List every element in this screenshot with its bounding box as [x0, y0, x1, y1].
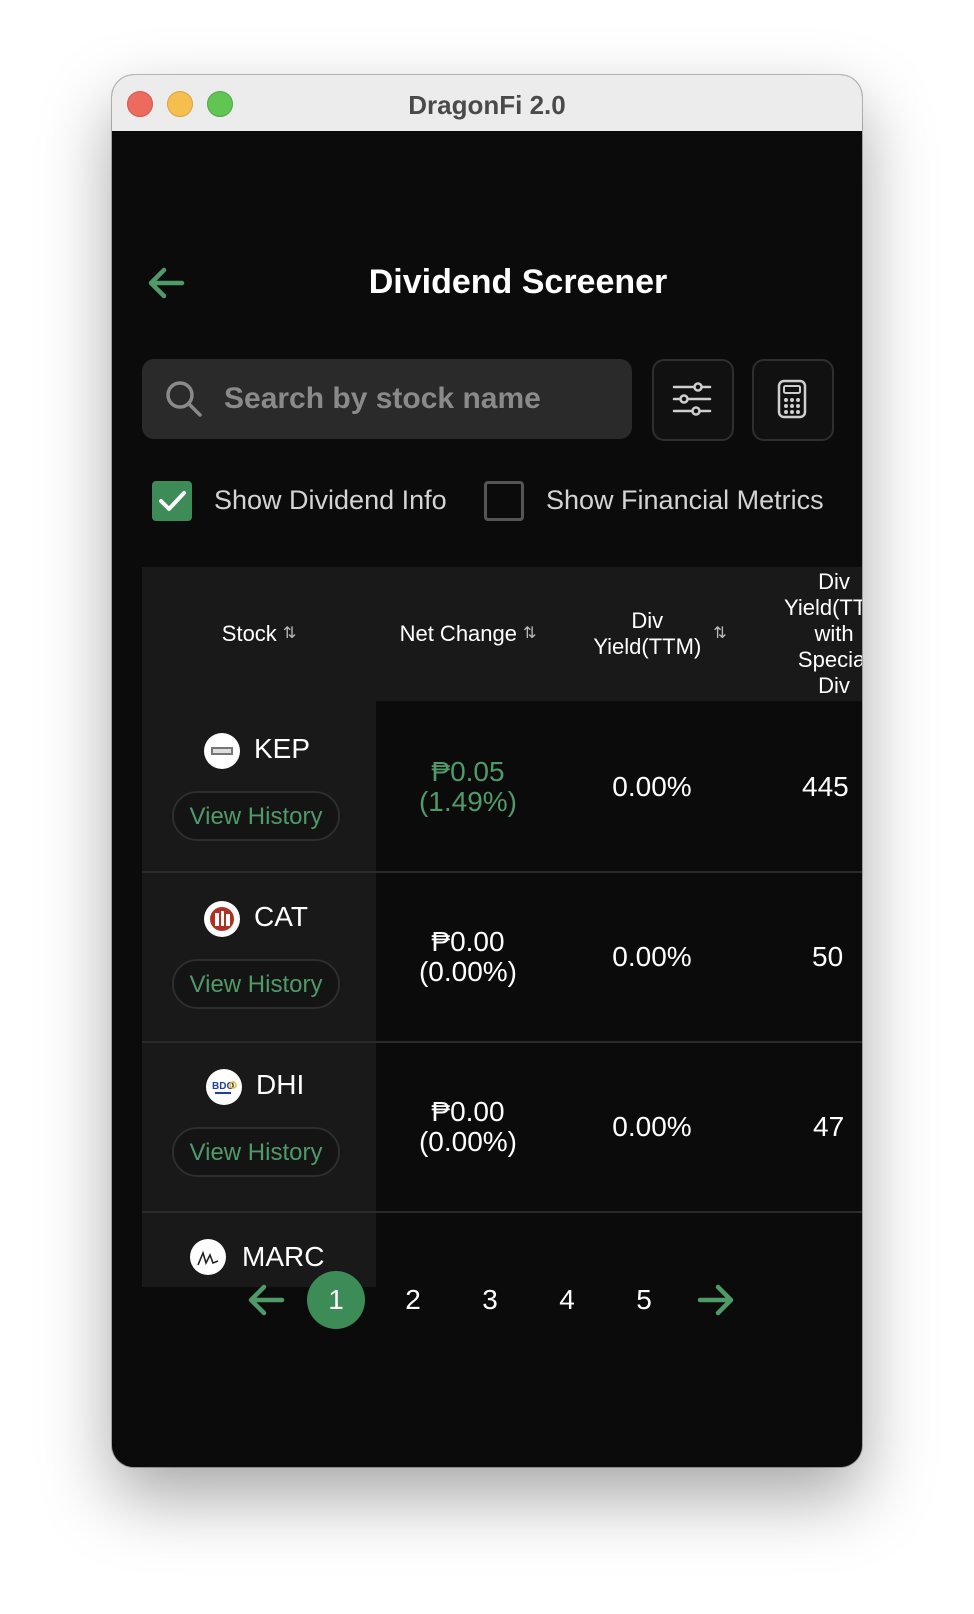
search-box[interactable]: [142, 359, 632, 439]
stock-ticker: MARC: [242, 1241, 325, 1272]
prev-page-button[interactable]: [244, 1278, 288, 1322]
arrow-right-icon: [697, 1284, 734, 1316]
sort-icon[interactable]: ⇅: [523, 621, 536, 647]
checkbox-unchecked[interactable]: [484, 481, 524, 521]
page-2-button[interactable]: 2: [384, 1271, 442, 1329]
stock-ticker: CAT: [254, 901, 308, 932]
window-title: DragonFi 2.0: [408, 90, 566, 120]
page-4-button[interactable]: 4: [538, 1271, 596, 1329]
toggle-label: Show Financial Metrics: [546, 485, 824, 515]
dividend-table[interactable]: Stock ⇅ Net Change ⇅ Div Yield(TTM) ⇅ Div Y…: [142, 567, 862, 1287]
calculator-button[interactable]: [752, 359, 834, 441]
div-yield-cell: 0.00%: [612, 941, 692, 972]
company-logo: [190, 1239, 226, 1275]
sort-icon[interactable]: ⇅: [713, 621, 726, 647]
page-1-button[interactable]: 1: [307, 1271, 365, 1329]
div-yield-special-cell: 50: [812, 941, 844, 972]
company-logo: [204, 733, 240, 769]
sliders-icon: [672, 382, 712, 416]
checkmark-icon: [159, 491, 186, 511]
stock-ticker: DHI: [256, 1069, 305, 1100]
checkbox-checked[interactable]: [152, 481, 192, 521]
calculator-icon: [777, 379, 807, 419]
div-yield-special-cell: 47: [813, 1111, 845, 1142]
title-bar: DragonFi 2.0: [112, 75, 862, 132]
search-icon: [166, 381, 202, 417]
company-logo: BDO: [206, 1069, 242, 1105]
column-header-div-yield-special[interactable]: Div Yield(TTM) with Special Div: [762, 567, 862, 701]
stock-ticker: KEP: [254, 733, 311, 764]
div-yield-cell: 0.00%: [612, 1111, 692, 1142]
net-change-cell: ₱0.05 (1.49%): [418, 756, 518, 817]
view-history-button[interactable]: View History: [172, 791, 340, 841]
div-yield-cell: 0.00%: [612, 771, 692, 802]
column-header-stock[interactable]: Stock ⇅: [142, 567, 376, 701]
net-change-cell: ₱0.00 (0.00%): [418, 926, 518, 987]
table-row[interactable]: BDO DHI View History ₱0.00 (0.00%) 0.00%…: [142, 1041, 862, 1213]
column-header-div-yield[interactable]: Div Yield(TTM) ⇅: [572, 567, 742, 701]
next-page-button[interactable]: [694, 1278, 738, 1322]
table-row[interactable]: CAT View History ₱0.00 (0.00%) 0.00% 50: [142, 871, 862, 1043]
sort-icon[interactable]: ⇅: [283, 621, 296, 647]
stock-cell: KEP View History: [142, 701, 376, 873]
company-logo: [204, 901, 240, 937]
pagination: 1 2 3 4 5: [112, 1271, 862, 1331]
view-history-button[interactable]: View History: [172, 1127, 340, 1177]
search-input[interactable]: [224, 379, 614, 419]
stock-cell: BDO DHI View History: [142, 1041, 376, 1213]
page-3-button[interactable]: 3: [461, 1271, 519, 1329]
column-header-net-change[interactable]: Net Change ⇅: [376, 567, 560, 701]
stock-cell: CAT View History: [142, 871, 376, 1043]
table-row[interactable]: KEP View History ₱0.05 (1.49%) 0.00% 445: [142, 701, 862, 873]
net-change-cell: ₱0.00 (0.00%): [418, 1096, 518, 1157]
table-header: Stock ⇅ Net Change ⇅ Div Yield(TTM) ⇅ Div Y…: [142, 567, 862, 701]
view-history-button[interactable]: View History: [172, 959, 340, 1009]
toggle-label: Show Dividend Info: [214, 485, 447, 515]
page-title: Dividend Screener: [368, 263, 668, 301]
app-window: DragonFi 2.0 Dividend Screener Search by…: [112, 75, 862, 1467]
arrow-left-icon: [248, 1284, 285, 1316]
main-content: Dividend Screener Search by stock name S…: [112, 131, 862, 1467]
page-5-button[interactable]: 5: [615, 1271, 673, 1329]
div-yield-special-cell: 445: [802, 771, 849, 802]
filter-button[interactable]: [652, 359, 734, 441]
